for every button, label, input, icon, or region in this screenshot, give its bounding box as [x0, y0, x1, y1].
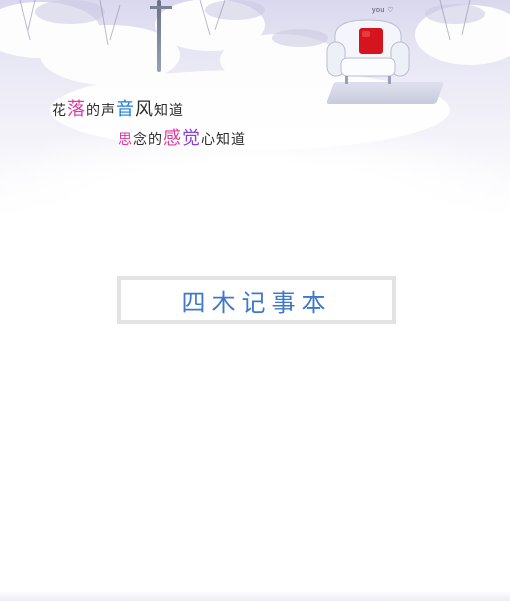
poem-char: 风 [135, 99, 154, 120]
page-title: 四木记事本 [121, 280, 392, 320]
poem-char: 心 [201, 132, 216, 148]
poem-char: 花 [52, 103, 67, 119]
poem-char: 声 [101, 103, 116, 119]
poem-line-2: 思念的感觉心知道 [118, 124, 246, 150]
lamp-post-arm [150, 6, 172, 9]
poem-char: 的 [86, 103, 101, 119]
bottom-decoration [0, 591, 510, 601]
poem-char: 念 [133, 132, 148, 148]
lamp-post [157, 0, 161, 72]
poem-char: 感 [163, 128, 182, 149]
poem-line-1: 花落的声音风知道 [52, 95, 184, 121]
armchair-illustration [326, 19, 410, 84]
poem-char: 音 [116, 99, 135, 120]
poem-char: 知 [154, 103, 169, 119]
poem-char: 的 [148, 132, 163, 148]
poem-char: 知 [216, 132, 231, 148]
poem-char: 道 [231, 132, 246, 148]
brand-watermark: you ♡ [372, 7, 395, 14]
poem-char: 道 [169, 103, 184, 119]
poem-char: 落 [67, 99, 86, 120]
title-box: 四木记事本 [117, 276, 396, 324]
poem-char: 觉 [182, 128, 201, 149]
poem-char: 思 [118, 132, 133, 148]
